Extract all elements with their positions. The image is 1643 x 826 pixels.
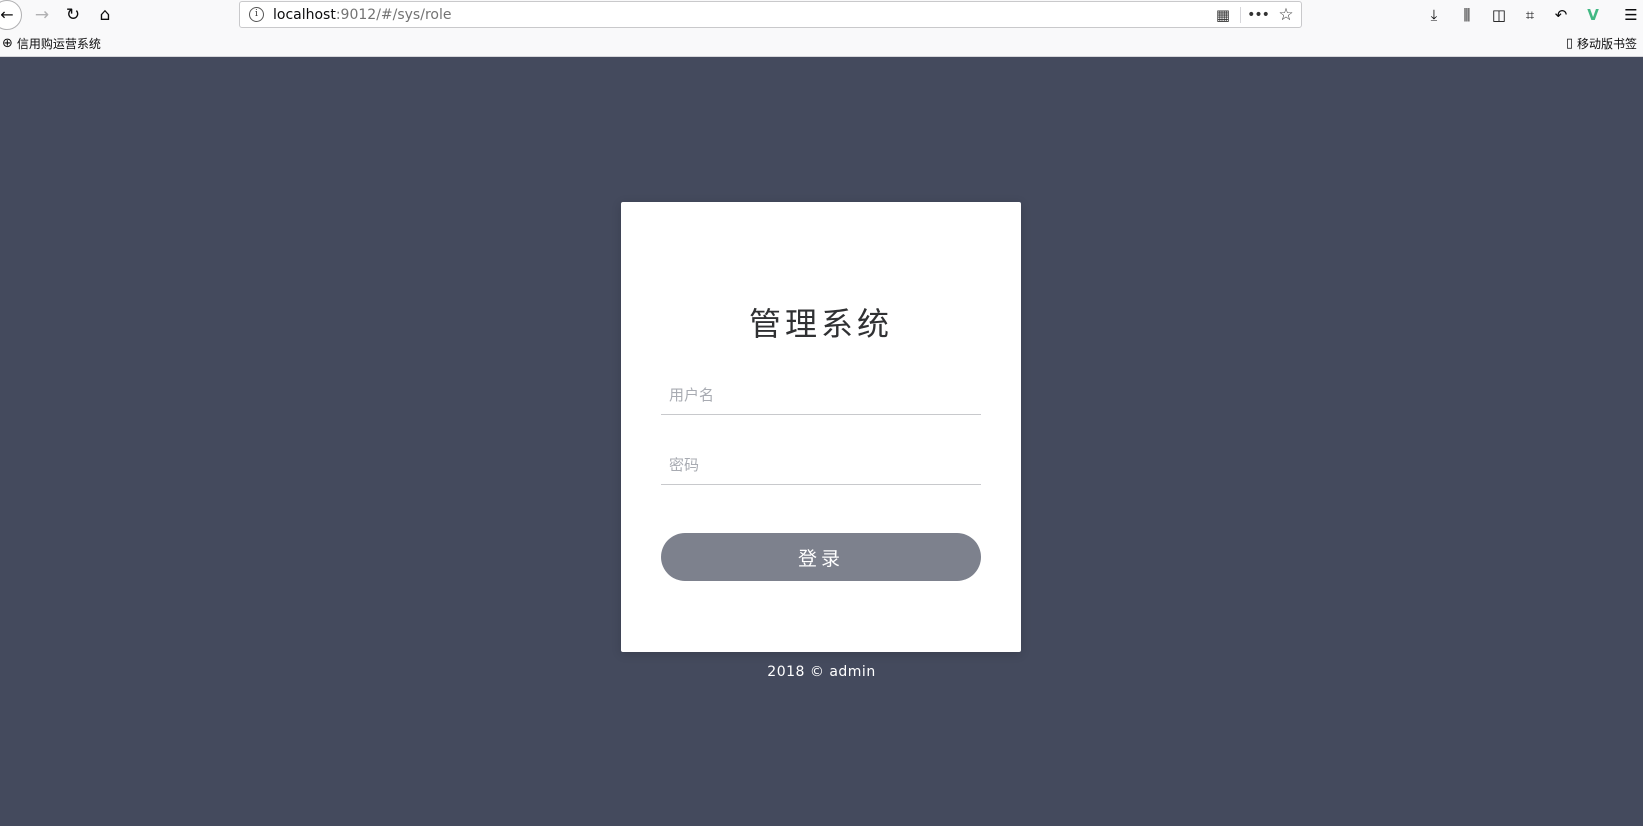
bookmark-item[interactable]: ⊕ 信用购运营系统 bbox=[2, 35, 101, 52]
bookmark-label: 信用购运营系统 bbox=[16, 37, 101, 51]
mobile-bookmarks[interactable]: ▯ 移动版书签 bbox=[1566, 35, 1637, 52]
back-arrow-icon[interactable]: ← bbox=[0, 0, 22, 30]
reload-icon[interactable]: ↻ bbox=[60, 2, 86, 28]
library-icon[interactable]: ⫼ bbox=[1456, 4, 1478, 26]
crop-screenshot-icon[interactable]: ⌗ bbox=[1519, 4, 1541, 26]
login-title: 管理系统 bbox=[748, 305, 893, 343]
qr-code-icon[interactable]: ▦ bbox=[1213, 5, 1233, 25]
menu-icon[interactable]: ☰ bbox=[1620, 4, 1642, 26]
sidebar-icon[interactable]: ◫ bbox=[1488, 4, 1510, 26]
globe-icon: ⊕ bbox=[2, 36, 13, 51]
forward-arrow-icon[interactable]: → bbox=[29, 2, 55, 28]
mobile-phone-icon: ▯ bbox=[1565, 36, 1573, 51]
page-actions-icon[interactable]: ••• bbox=[1247, 5, 1270, 25]
home-icon[interactable]: ⌂ bbox=[92, 2, 118, 28]
address-bar[interactable]: i localhost:9012/#/sys/role ▦ ••• ☆ bbox=[239, 1, 1302, 28]
bookmarks-bar: ⊕ 信用购运营系统 ▯ 移动版书签 bbox=[0, 31, 1643, 57]
login-card: 管理系统 登录 bbox=[621, 202, 1021, 652]
site-info-icon[interactable]: i bbox=[249, 7, 264, 22]
url-host: localhost bbox=[273, 7, 336, 23]
password-field[interactable] bbox=[661, 445, 981, 485]
url-text[interactable]: localhost:9012/#/sys/role bbox=[273, 7, 451, 23]
page-background: 管理系统 登录 2018 © admin bbox=[0, 57, 1643, 826]
copyright-footer: 2018 © admin bbox=[767, 664, 876, 680]
url-path: :9012/#/sys/role bbox=[335, 7, 452, 23]
vue-devtools-icon[interactable]: V bbox=[1582, 4, 1604, 26]
bookmark-star-icon[interactable]: ☆ bbox=[1276, 5, 1296, 25]
password-input[interactable] bbox=[661, 445, 981, 484]
browser-toolbar: ← → ↻ ⌂ i localhost:9012/#/sys/role ▦ ••… bbox=[0, 0, 1643, 31]
mobile-bookmarks-label: 移动版书签 bbox=[1576, 37, 1637, 51]
username-field[interactable] bbox=[661, 375, 981, 415]
url-divider bbox=[1240, 7, 1241, 23]
undo-icon[interactable]: ↶ bbox=[1550, 4, 1572, 26]
username-input[interactable] bbox=[661, 375, 981, 414]
download-icon[interactable]: ⤓ bbox=[1423, 4, 1445, 26]
login-button[interactable]: 登录 bbox=[661, 533, 981, 581]
